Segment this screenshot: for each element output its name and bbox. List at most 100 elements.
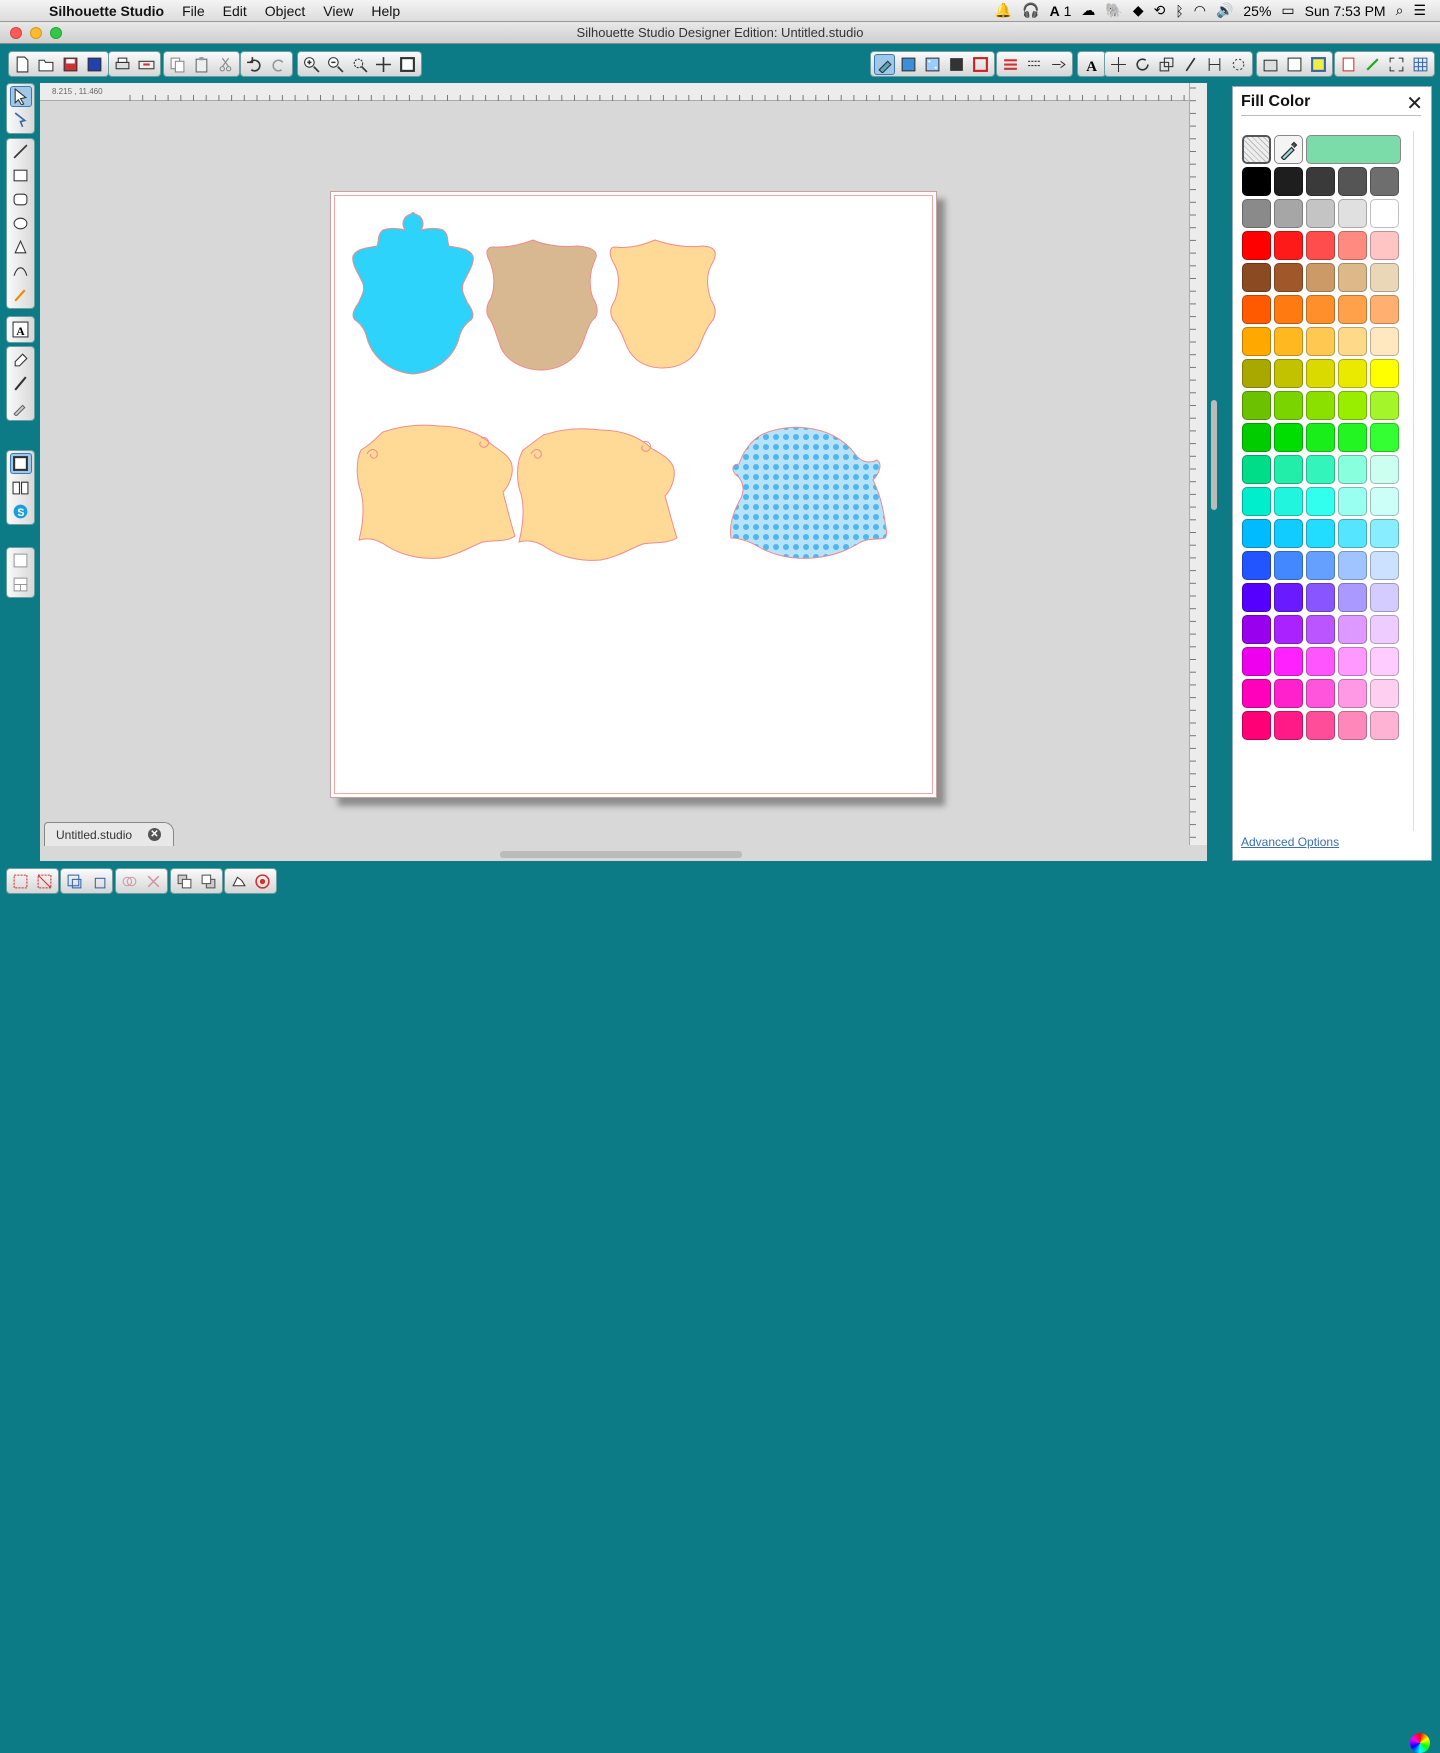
release-compound-path-icon[interactable]	[88, 871, 109, 892]
zoom-in-icon[interactable]	[301, 54, 322, 75]
color-swatch[interactable]	[1242, 551, 1271, 580]
color-swatch[interactable]	[1370, 327, 1399, 356]
gradient-panel-icon[interactable]	[898, 54, 919, 75]
color-swatch[interactable]	[1370, 615, 1399, 644]
color-swatch[interactable]	[1370, 199, 1399, 228]
grid-icon[interactable]	[1410, 54, 1431, 75]
eraser-tool-icon[interactable]	[10, 349, 32, 370]
color-swatch[interactable]	[1306, 519, 1335, 548]
creative-cloud-icon[interactable]: ☁	[1081, 2, 1095, 19]
color-swatch[interactable]	[1338, 391, 1367, 420]
color-swatch[interactable]	[1242, 615, 1271, 644]
color-swatch[interactable]	[1242, 199, 1271, 228]
bluetooth-icon[interactable]: ᛒ	[1175, 3, 1183, 19]
color-swatch[interactable]	[1370, 231, 1399, 260]
color-swatch[interactable]	[1306, 455, 1335, 484]
document-tab[interactable]: Untitled.studio ✕	[44, 822, 174, 846]
scale-icon[interactable]	[1156, 54, 1177, 75]
cut-settings-icon[interactable]	[1048, 54, 1069, 75]
offset-icon[interactable]	[228, 871, 249, 892]
color-swatch[interactable]	[1242, 647, 1271, 676]
color-wheel-icon[interactable]	[1410, 1733, 1430, 1753]
menu-help[interactable]: Help	[362, 3, 409, 19]
color-swatch[interactable]	[1370, 423, 1399, 452]
color-swatch[interactable]	[1242, 487, 1271, 516]
advanced-options-link[interactable]: Advanced Options	[1241, 835, 1339, 849]
shape-bracket-peach-1[interactable]	[356, 424, 516, 559]
undo-icon[interactable]	[244, 54, 265, 75]
menu-object[interactable]: Object	[256, 3, 314, 19]
wifi-icon[interactable]: ◠	[1194, 2, 1206, 19]
delete-icon[interactable]	[143, 871, 164, 892]
shape-bracket-peach-2[interactable]	[517, 428, 678, 561]
panel-scrollbar[interactable]	[1413, 131, 1421, 831]
color-swatch[interactable]	[1242, 263, 1271, 292]
color-swatch[interactable]	[1306, 551, 1335, 580]
color-swatch[interactable]	[1274, 199, 1303, 228]
color-swatch[interactable]	[1274, 551, 1303, 580]
color-swatch[interactable]	[1274, 583, 1303, 612]
color-swatch[interactable]	[1274, 647, 1303, 676]
color-swatch[interactable]	[1370, 647, 1399, 676]
vertical-scrollbar[interactable]	[1211, 400, 1217, 510]
color-swatch[interactable]	[1274, 679, 1303, 708]
color-swatch[interactable]	[1242, 327, 1271, 356]
color-swatch[interactable]	[1338, 679, 1367, 708]
close-panel-icon[interactable]: ✕	[1406, 91, 1423, 116]
notification-bell-icon[interactable]: 🔔	[995, 2, 1012, 19]
color-swatch[interactable]	[1338, 263, 1367, 292]
copy-icon[interactable]	[167, 54, 188, 75]
color-swatch[interactable]	[1338, 423, 1367, 452]
current-color-swatch[interactable]	[1306, 135, 1401, 164]
align-icon[interactable]	[1204, 54, 1225, 75]
color-swatch[interactable]	[1306, 167, 1335, 196]
color-swatch[interactable]	[1306, 199, 1335, 228]
color-swatch[interactable]	[1370, 679, 1399, 708]
design-page-icon[interactable]	[9, 453, 32, 474]
headphones-icon[interactable]: 🎧	[1022, 2, 1039, 19]
menu-view[interactable]: View	[314, 3, 362, 19]
move-icon[interactable]	[1108, 54, 1129, 75]
color-swatch[interactable]	[1242, 519, 1271, 548]
curve-tool-icon[interactable]	[10, 261, 32, 282]
color-swatch[interactable]	[1274, 263, 1303, 292]
color-swatch[interactable]	[1338, 551, 1367, 580]
zoom-select-icon[interactable]	[349, 54, 370, 75]
ungroup-icon[interactable]	[34, 871, 55, 892]
shear-icon[interactable]	[1180, 54, 1201, 75]
rectangle-tool-icon[interactable]	[10, 165, 32, 186]
color-swatch[interactable]	[1274, 455, 1303, 484]
dropbox-icon[interactable]: ◆	[1133, 2, 1144, 19]
color-swatch[interactable]	[1274, 615, 1303, 644]
color-swatch[interactable]	[1338, 327, 1367, 356]
design-view-icon[interactable]	[1308, 54, 1329, 75]
line-style-icon[interactable]	[1024, 54, 1045, 75]
color-swatch[interactable]	[1370, 263, 1399, 292]
color-swatch[interactable]	[1242, 359, 1271, 388]
color-swatch[interactable]	[1306, 263, 1335, 292]
trace-target-icon[interactable]	[252, 871, 273, 892]
close-tab-icon[interactable]: ✕	[148, 828, 161, 841]
color-swatch[interactable]	[1274, 327, 1303, 356]
color-swatch[interactable]	[1370, 455, 1399, 484]
color-swatch[interactable]	[1306, 615, 1335, 644]
save-to-library-icon[interactable]	[84, 54, 105, 75]
notification-center-icon[interactable]: ☰	[1413, 2, 1426, 19]
text-tool-icon[interactable]: A	[10, 319, 32, 340]
color-swatch[interactable]	[1338, 295, 1367, 324]
rounded-rectangle-tool-icon[interactable]	[10, 189, 32, 210]
minimize-window-button[interactable]	[30, 27, 42, 39]
color-swatch[interactable]	[1338, 647, 1367, 676]
color-swatch[interactable]	[1242, 295, 1271, 324]
print-icon[interactable]	[112, 54, 133, 75]
cut-icon[interactable]	[215, 54, 236, 75]
group-icon[interactable]	[10, 871, 31, 892]
color-swatch[interactable]	[1338, 231, 1367, 260]
send-to-back-icon[interactable]	[198, 871, 219, 892]
color-swatch[interactable]	[1306, 231, 1335, 260]
send-to-silhouette-icon[interactable]	[136, 54, 157, 75]
open-folder-icon[interactable]	[36, 54, 57, 75]
single-page-view-icon[interactable]	[10, 550, 32, 571]
color-swatch[interactable]	[1306, 583, 1335, 612]
line-color-panel-icon[interactable]	[970, 54, 991, 75]
